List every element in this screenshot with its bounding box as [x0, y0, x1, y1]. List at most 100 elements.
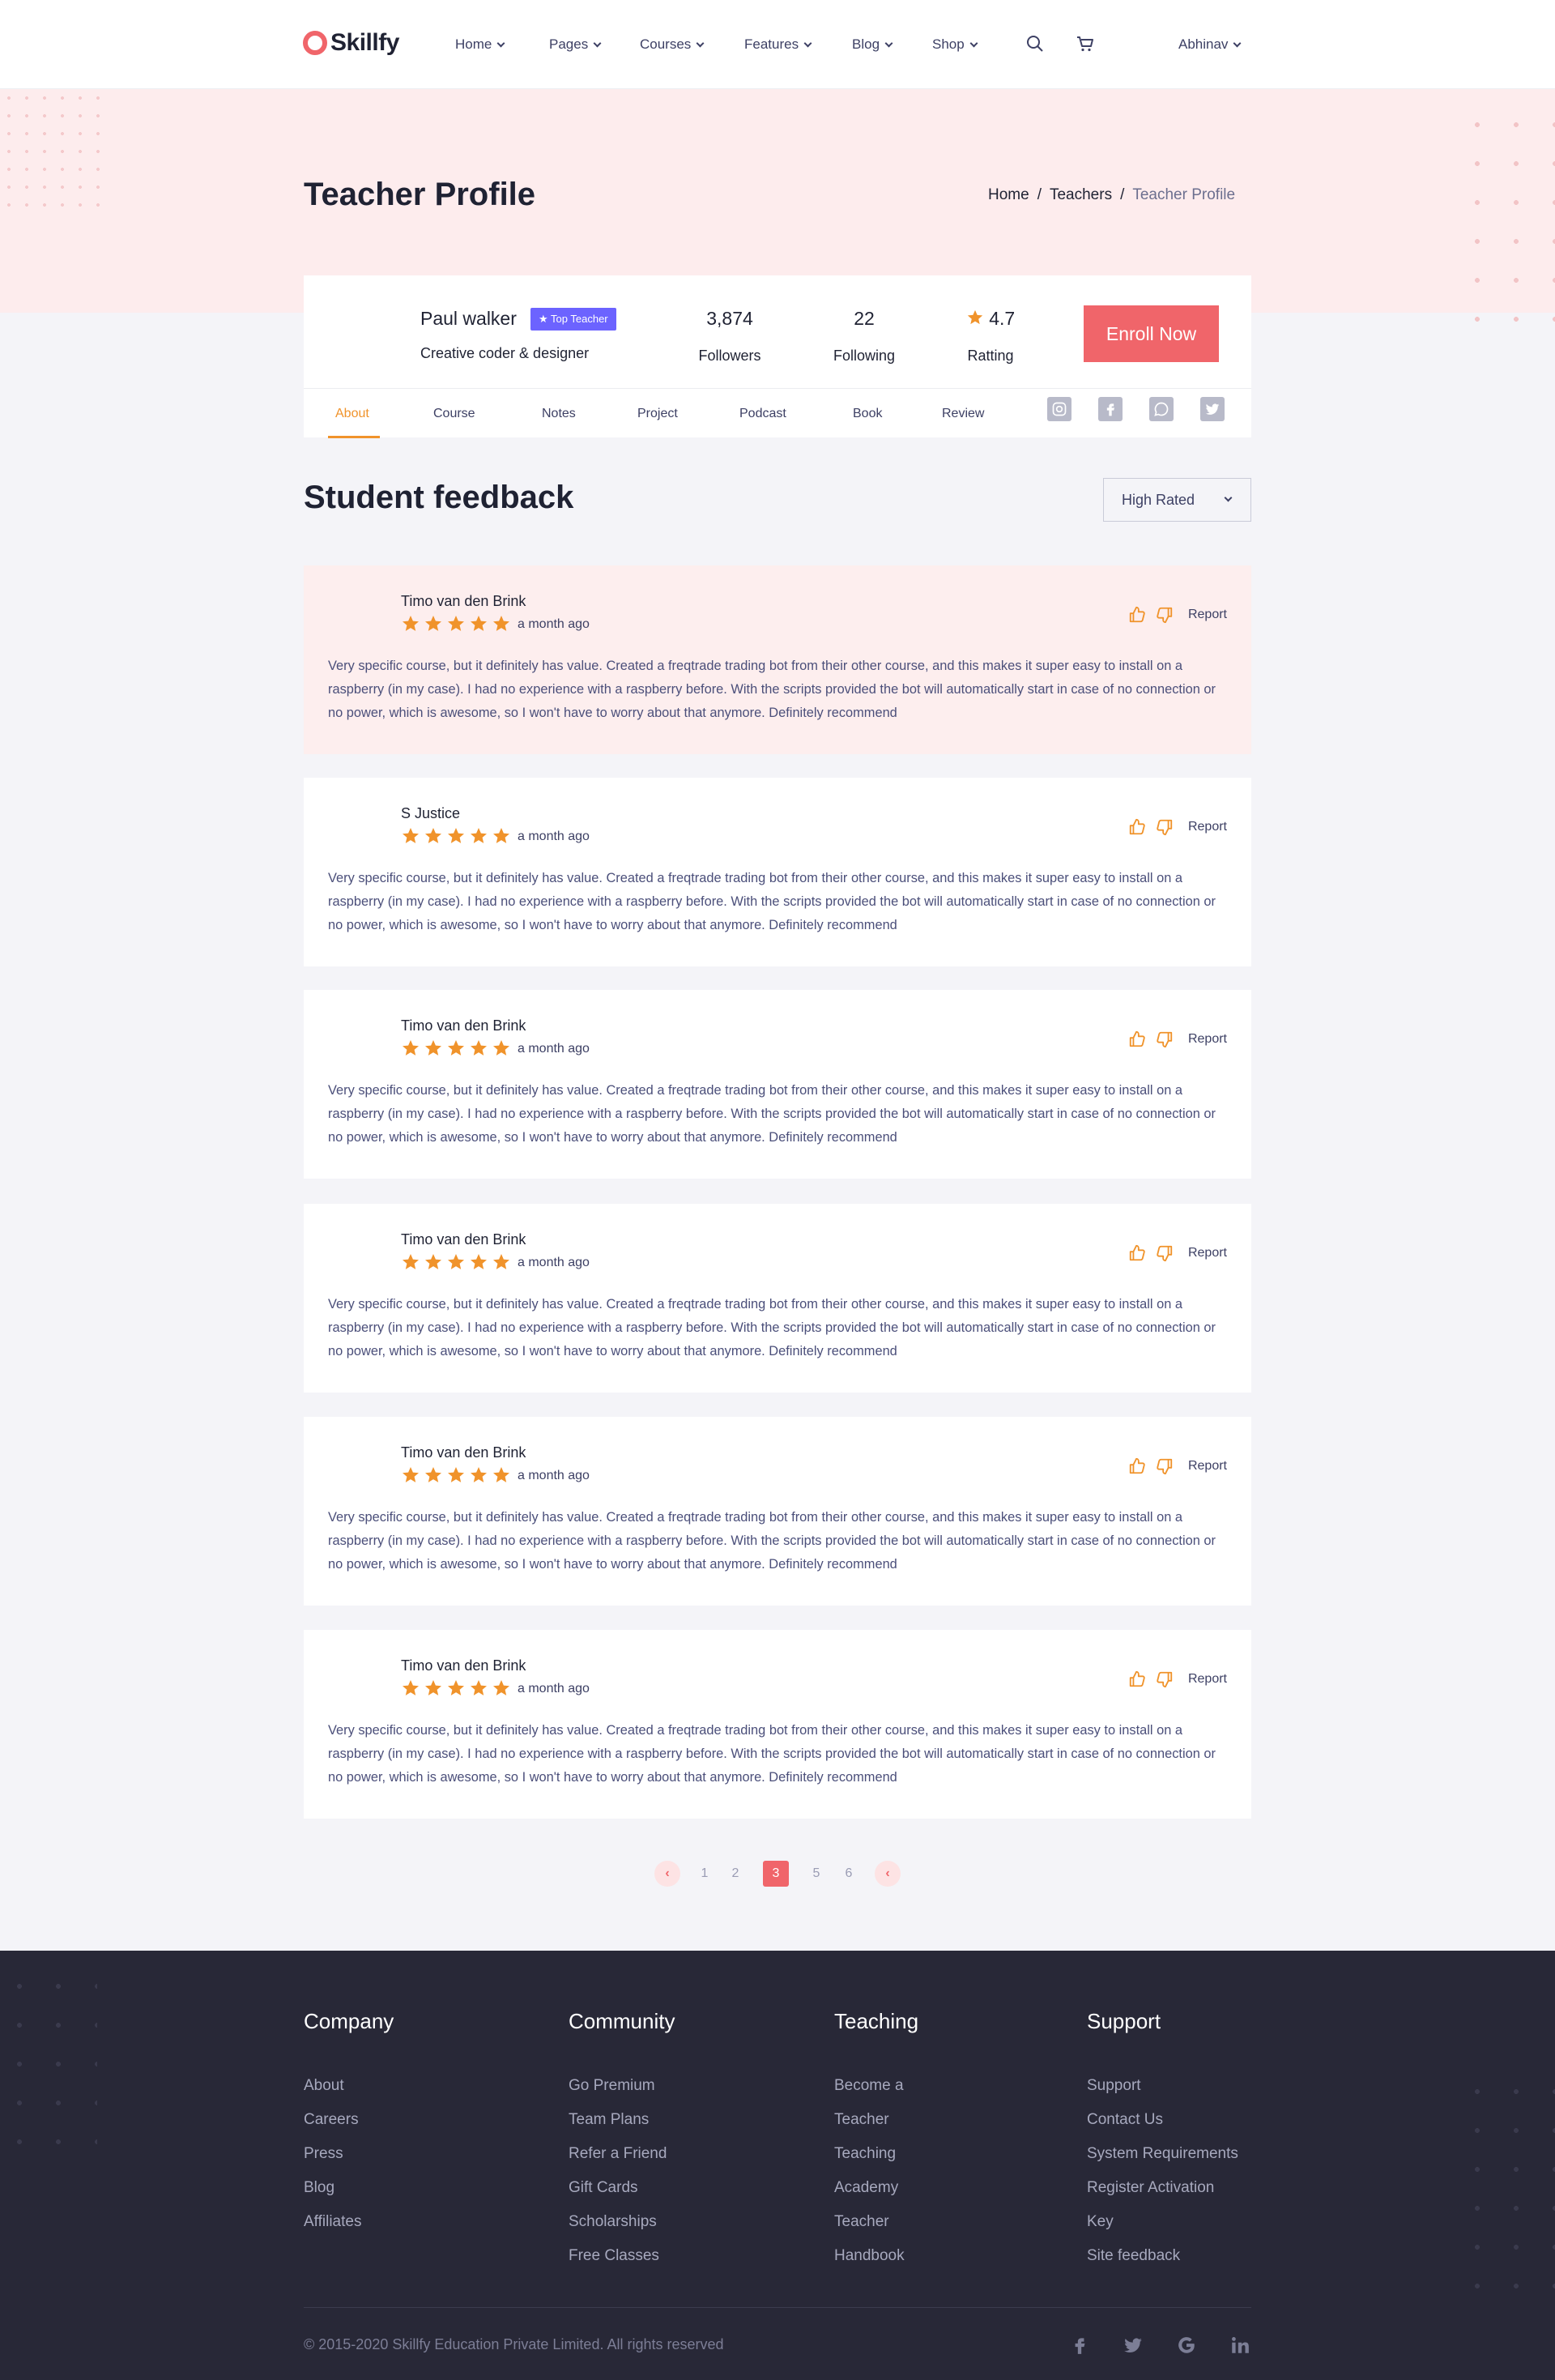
footer-link[interactable]: Register Activation: [1087, 2171, 1238, 2205]
breadcrumb-teachers[interactable]: Teachers: [1050, 186, 1112, 203]
tab-about[interactable]: About: [335, 407, 369, 421]
review-date: a month ago: [518, 1256, 590, 1269]
footer-link[interactable]: Gift Cards: [569, 2171, 675, 2205]
footer-link[interactable]: Teacher: [834, 2103, 918, 2137]
footer-link[interactable]: System Requirements: [1087, 2137, 1238, 2171]
page-1-button[interactable]: 1: [692, 1861, 718, 1887]
report-link[interactable]: Report: [1188, 1246, 1227, 1260]
tab-project[interactable]: Project: [637, 407, 678, 421]
footer-link[interactable]: Contact Us: [1087, 2103, 1238, 2137]
report-link[interactable]: Report: [1188, 1672, 1227, 1687]
nav-item-pages[interactable]: Pages: [549, 36, 602, 53]
logo[interactable]: Skillfy: [303, 29, 399, 57]
footer-column-title: Support: [1087, 2009, 1161, 2033]
report-link[interactable]: Report: [1188, 820, 1227, 834]
thumbs-up-icon[interactable]: [1128, 1457, 1146, 1475]
google-icon[interactable]: [1176, 2335, 1197, 2356]
thumbs-down-icon[interactable]: [1156, 1030, 1174, 1048]
facebook-icon[interactable]: [1098, 397, 1123, 421]
footer-link[interactable]: Become a: [834, 2069, 918, 2103]
star-icon: [425, 616, 441, 631]
thumbs-up-icon[interactable]: [1128, 1244, 1146, 1262]
tab-book[interactable]: Book: [853, 407, 882, 421]
footer-link[interactable]: About: [304, 2069, 394, 2103]
rating-value: 4.7: [989, 308, 1016, 329]
footer-link[interactable]: Site feedback: [1087, 2239, 1238, 2273]
footer-link[interactable]: Free Classes: [569, 2239, 675, 2273]
page-2-button[interactable]: 2: [722, 1861, 748, 1887]
profile-card: Paul walker ★ Top Teacher Creative coder…: [304, 275, 1251, 438]
thumbs-down-icon[interactable]: [1156, 606, 1174, 624]
reviewer-name: Timo van den Brink: [401, 1231, 526, 1248]
page-6-button[interactable]: 6: [836, 1861, 862, 1887]
profile-tabs: About Course Notes Project Podcast Book …: [304, 388, 1251, 438]
footer-link[interactable]: Teacher: [834, 2205, 918, 2239]
facebook-icon[interactable]: [1069, 2335, 1090, 2356]
next-page-button[interactable]: ‹: [875, 1861, 901, 1887]
twitter-icon[interactable]: [1123, 2335, 1144, 2356]
chevron-down-icon: [1224, 493, 1233, 502]
footer-link[interactable]: Go Premium: [569, 2069, 675, 2103]
enroll-now-button[interactable]: Enroll Now: [1084, 305, 1219, 362]
thumbs-down-icon[interactable]: [1156, 1244, 1174, 1262]
twitter-icon[interactable]: [1200, 397, 1225, 421]
prev-page-button[interactable]: ‹: [654, 1861, 680, 1887]
cart-icon[interactable]: [1076, 34, 1095, 53]
footer-column-company: Company About Careers Press Blog Affiliates: [304, 2009, 394, 2239]
star-icon: [471, 1040, 487, 1056]
nav-item-label: Home: [455, 36, 492, 52]
thumbs-up-icon[interactable]: [1128, 1030, 1146, 1048]
chevron-down-icon: [593, 39, 602, 48]
thumbs-down-icon[interactable]: [1156, 1670, 1174, 1688]
thumbs-up-icon[interactable]: [1128, 606, 1146, 624]
page-3-button[interactable]: 3: [763, 1861, 789, 1887]
report-link[interactable]: Report: [1188, 1459, 1227, 1474]
nav-item-label: Pages: [549, 36, 589, 52]
footer-link[interactable]: Refer a Friend: [569, 2137, 675, 2171]
footer-link[interactable]: Careers: [304, 2103, 394, 2137]
footer-link[interactable]: Team Plans: [569, 2103, 675, 2137]
whatsapp-icon[interactable]: [1149, 397, 1174, 421]
star-icon: [471, 828, 487, 843]
thumbs-down-icon[interactable]: [1156, 818, 1174, 836]
linkedin-icon[interactable]: [1229, 2335, 1250, 2356]
breadcrumb-home[interactable]: Home: [988, 186, 1029, 203]
footer-link[interactable]: Handbook: [834, 2239, 918, 2273]
star-icon: [425, 1680, 441, 1695]
tab-course[interactable]: Course: [433, 407, 475, 421]
teacher-role: Creative coder & designer: [420, 345, 590, 361]
nav-item-courses[interactable]: Courses: [640, 36, 705, 53]
footer-link[interactable]: Scholarships: [569, 2205, 675, 2239]
tab-notes[interactable]: Notes: [542, 407, 576, 421]
thumbs-down-icon[interactable]: [1156, 1457, 1174, 1475]
review-text: Very specific course, but it definitely …: [328, 1297, 1216, 1358]
dot-pattern-decoration: [1458, 105, 1555, 332]
tab-podcast[interactable]: Podcast: [739, 407, 786, 421]
chevron-down-icon: [696, 39, 705, 48]
footer-link[interactable]: Press: [304, 2137, 394, 2171]
footer-link[interactable]: Blog: [304, 2171, 394, 2205]
page: Skillfy Home Pages Courses Features Blog…: [0, 0, 1555, 2380]
nav-item-label: Features: [744, 36, 799, 52]
footer-link[interactable]: Academy: [834, 2171, 918, 2205]
footer-link[interactable]: Support: [1087, 2069, 1238, 2103]
instagram-icon[interactable]: [1047, 397, 1071, 421]
footer-link[interactable]: Key: [1087, 2205, 1238, 2239]
search-icon[interactable]: [1025, 34, 1045, 53]
nav-item-shop[interactable]: Shop: [932, 36, 978, 53]
nav-item-blog[interactable]: Blog: [852, 36, 893, 53]
page-5-button[interactable]: 5: [803, 1861, 829, 1887]
star-icon: [448, 1467, 464, 1482]
sort-dropdown[interactable]: High Rated: [1103, 478, 1251, 522]
nav-item-home[interactable]: Home: [455, 36, 505, 53]
nav-item-features[interactable]: Features: [744, 36, 812, 53]
user-menu[interactable]: Abhinav: [1178, 36, 1242, 53]
thumbs-up-icon[interactable]: [1128, 818, 1146, 836]
report-link[interactable]: Report: [1188, 608, 1227, 622]
tab-review[interactable]: Review: [942, 407, 984, 421]
star-icon: [403, 828, 419, 843]
report-link[interactable]: Report: [1188, 1032, 1227, 1047]
footer-link[interactable]: Affiliates: [304, 2205, 394, 2239]
footer-link[interactable]: Teaching: [834, 2137, 918, 2171]
thumbs-up-icon[interactable]: [1128, 1670, 1146, 1688]
